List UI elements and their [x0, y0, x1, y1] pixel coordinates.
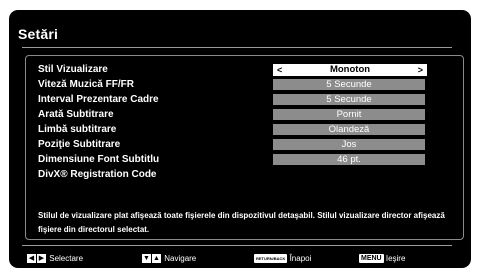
setting-value[interactable]: Pornit [273, 109, 425, 120]
setting-label: Poziţie Subtitrare [38, 139, 121, 150]
setting-row-music-speed[interactable]: Viteză Muzică FF/FR 5 Secunde [38, 79, 438, 91]
setting-row-subtitle-language[interactable]: Limbă subtitrare Olandeză [38, 124, 438, 136]
setting-row-view-style[interactable]: Stil Vizualizare < Monoton > [38, 64, 438, 76]
footer-navigate-hint: ▼ ▲ Navigare [142, 253, 196, 265]
osd-window: Setări Stil Vizualizare < Monoton > Vite… [9, 10, 471, 268]
return-back-key-icon: RETURN/BACK [254, 254, 288, 264]
setting-label: Interval Prezentare Cadre [38, 94, 159, 105]
setting-value-text: Monoton [329, 64, 371, 75]
setting-label: Arată Subtitrare [38, 109, 114, 120]
setting-row-subtitle-font-size[interactable]: Dimensiune Font Subtitlu 46 pt. [38, 154, 438, 166]
setting-label: Viteză Muzică FF/FR [38, 79, 134, 90]
exit-label: Ieşire [385, 254, 406, 263]
arrow-left-key-icon: ◀ [27, 254, 36, 264]
footer-select-hint: ◀ ▶ Selectare [27, 253, 83, 265]
setting-value[interactable]: Olandeză [273, 124, 425, 135]
setting-description: Stilul de vizualizare plat afişează toat… [38, 211, 445, 234]
setting-label: Limbă subtitrare [38, 124, 117, 135]
arrow-left-icon[interactable]: < [277, 65, 282, 75]
title-divider [22, 47, 452, 48]
setting-row-show-subtitle[interactable]: Arată Subtitrare Pornit [38, 109, 438, 121]
footer-back-hint: RETURN/BACK Înapoi [254, 253, 311, 265]
setting-value[interactable]: 5 Secunde [273, 79, 425, 90]
select-label: Selectare [49, 254, 84, 263]
settings-panel: Stil Vizualizare < Monoton > Viteză Muzi… [25, 55, 464, 240]
arrow-right-key-icon: ▶ [37, 254, 46, 264]
arrow-down-key-icon: ▼ [142, 254, 151, 264]
footer-exit-hint: MENU Ieşire [359, 253, 405, 265]
arrow-right-icon[interactable]: > [418, 65, 423, 75]
setting-label: Stil Vizualizare [38, 64, 108, 75]
menu-key-icon: MENU [359, 254, 384, 264]
setting-row-slideshow-interval[interactable]: Interval Prezentare Cadre 5 Secunde [38, 94, 438, 106]
setting-value[interactable]: Jos [273, 139, 425, 150]
setting-row-divx-registration[interactable]: DivX® Registration Code [38, 169, 438, 181]
setting-value[interactable]: 5 Secunde [273, 94, 425, 105]
setting-value[interactable]: 46 pt. [273, 154, 425, 165]
setting-label: DivX® Registration Code [38, 169, 157, 180]
back-label: Înapoi [289, 254, 312, 263]
arrow-up-key-icon: ▲ [152, 254, 161, 264]
setting-row-subtitle-position[interactable]: Poziţie Subtitrare Jos [38, 139, 438, 151]
setting-label: Dimensiune Font Subtitlu [38, 154, 160, 165]
settings-title: Setări [18, 26, 59, 42]
setting-value-selected[interactable]: < Monoton > [273, 64, 427, 76]
footer-divider [22, 245, 452, 246]
navigate-label: Navigare [164, 254, 197, 263]
